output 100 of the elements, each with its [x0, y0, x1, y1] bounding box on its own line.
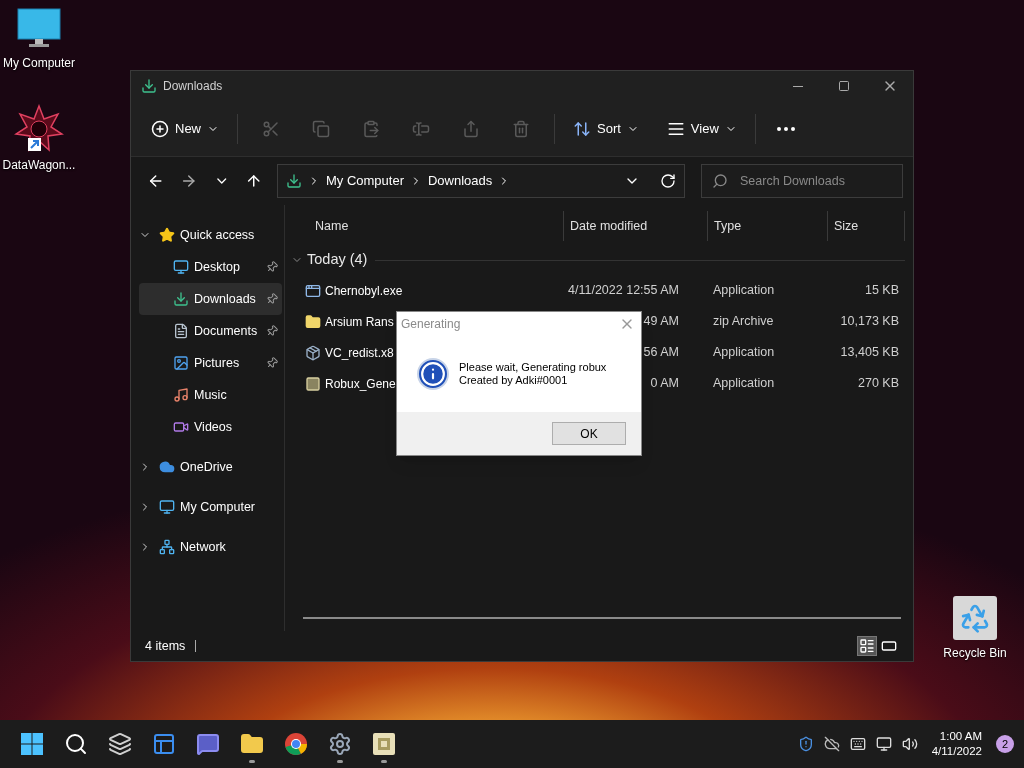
plus-icon — [151, 119, 169, 138]
horizontal-scrollbar[interactable] — [303, 617, 901, 619]
sidebar-item[interactable]: Quick access — [131, 219, 282, 251]
sidebar-label: Pictures — [194, 354, 241, 372]
group-header[interactable]: Today (4) — [307, 249, 368, 271]
browser-icon — [284, 732, 308, 756]
sort-button[interactable]: Sort — [565, 111, 647, 146]
sidebar-item[interactable]: Pictures — [139, 347, 282, 379]
task-view-icon — [108, 732, 132, 756]
application-icon — [305, 282, 321, 299]
file-type: Application — [713, 345, 775, 360]
application-icon — [305, 375, 321, 392]
file-name[interactable]: Chernobyl.exe — [325, 281, 403, 300]
widgets-icon — [152, 732, 176, 756]
sidebar-item[interactable]: OneDrive — [131, 451, 282, 483]
clock-date: 4/11/2022 — [931, 744, 982, 759]
sidebar-label: Desktop — [194, 258, 241, 276]
folder-icon — [240, 732, 264, 756]
sort-icon — [573, 119, 591, 138]
new-button[interactable]: New — [143, 111, 227, 146]
network-icon[interactable] — [875, 736, 892, 752]
refresh-icon[interactable] — [660, 173, 676, 189]
delete-icon[interactable] — [512, 119, 530, 138]
sidebar-label: OneDrive — [180, 458, 234, 476]
search-field[interactable]: Search Downloads — [701, 164, 903, 198]
sidebar-label: Videos — [194, 418, 233, 436]
settings-icon — [328, 732, 352, 756]
file-size: 13,405 KB — [840, 345, 899, 360]
sidebar-label: Network — [180, 538, 227, 556]
notification-badge[interactable]: 2 — [996, 735, 1014, 753]
download-icon — [285, 173, 302, 189]
details-view-button[interactable] — [857, 636, 877, 656]
search-icon — [712, 173, 728, 189]
running-indicator — [249, 760, 255, 763]
date-modified: 56 AM — [643, 345, 679, 360]
share-icon[interactable] — [462, 119, 480, 138]
copy-icon[interactable] — [312, 119, 330, 138]
date-modified: 0 AM — [650, 376, 679, 391]
minimize-icon — [793, 85, 803, 87]
archive-icon — [305, 313, 321, 330]
date-modified: 4/11/2022 12:55 AM — [568, 283, 679, 298]
sidebar-label: My Computer — [180, 498, 257, 516]
volume-icon[interactable] — [901, 736, 918, 752]
windows-logo-icon — [20, 732, 44, 756]
network-icon — [159, 539, 175, 555]
sidebar-item[interactable]: Desktop — [139, 251, 282, 283]
clock[interactable]: 1:00 AM 4/11/2022 — [931, 729, 982, 759]
sidebar-label: Music — [194, 386, 228, 404]
installer-icon — [305, 344, 321, 361]
chat-icon — [196, 732, 220, 756]
file-size: 15 KB — [864, 283, 899, 298]
file-type: Application — [713, 283, 775, 298]
sidebar-label: Downloads — [194, 290, 257, 308]
cloud-icon[interactable] — [823, 736, 840, 752]
clock-time: 1:00 AM — [939, 729, 982, 744]
sidebar-item[interactable]: Videos — [139, 411, 282, 443]
file-name[interactable]: VC_redist.x8 — [325, 343, 394, 362]
cut-icon[interactable] — [262, 119, 280, 138]
document-icon — [173, 323, 189, 339]
sidebar-item[interactable]: Network — [131, 531, 282, 563]
sidebar-label: Quick access — [180, 226, 256, 244]
breadcrumb[interactable]: My Computer — [325, 171, 404, 191]
rename-icon[interactable] — [412, 119, 430, 138]
address-bar[interactable]: My Computer Downloads — [276, 164, 685, 198]
sidebar-item[interactable]: My Computer — [131, 491, 282, 523]
ok-button[interactable]: OK — [552, 422, 626, 445]
file-name[interactable]: Robux_Gene — [325, 374, 396, 393]
file-size: 270 KB — [858, 376, 899, 391]
file-name[interactable]: Arsium Rans — [325, 312, 394, 331]
view-button[interactable]: View — [658, 111, 745, 146]
download-icon — [141, 78, 157, 94]
breadcrumb[interactable]: Downloads — [427, 171, 493, 191]
item-count: 4 items — [145, 637, 186, 655]
download-icon — [173, 291, 189, 307]
date-modified: 49 AM — [643, 314, 679, 329]
sidebar-label: Documents — [194, 322, 259, 340]
desktop-icon — [173, 259, 189, 275]
paste-icon[interactable] — [362, 119, 380, 138]
column-header[interactable]: Name — [315, 216, 349, 236]
security-icon[interactable] — [797, 736, 814, 752]
desktop-icon-label: My Computer — [3, 55, 75, 72]
dialog-message: Please wait, Generating robux — [459, 361, 607, 374]
search-icon — [64, 732, 88, 756]
app-icon — [372, 732, 396, 756]
column-header[interactable]: Size — [834, 216, 859, 236]
column-header[interactable]: Type — [714, 216, 742, 236]
running-indicator — [337, 760, 343, 763]
tiles-icon — [881, 638, 897, 654]
sidebar-item[interactable]: Music — [139, 379, 282, 411]
window-title: Downloads — [163, 78, 223, 95]
star-logo-icon[interactable] — [14, 104, 64, 152]
keyboard-icon[interactable] — [849, 736, 866, 752]
monitor-icon[interactable] — [17, 8, 61, 50]
column-header[interactable]: Date modified — [570, 216, 648, 236]
desktop-icon-label: DataWagon... — [2, 157, 76, 174]
sidebar-item[interactable]: Documents — [139, 315, 282, 347]
maximize-icon — [838, 80, 850, 92]
star-icon — [159, 227, 175, 243]
monitor-icon — [159, 499, 175, 515]
sidebar-item[interactable]: Downloads — [139, 283, 282, 315]
